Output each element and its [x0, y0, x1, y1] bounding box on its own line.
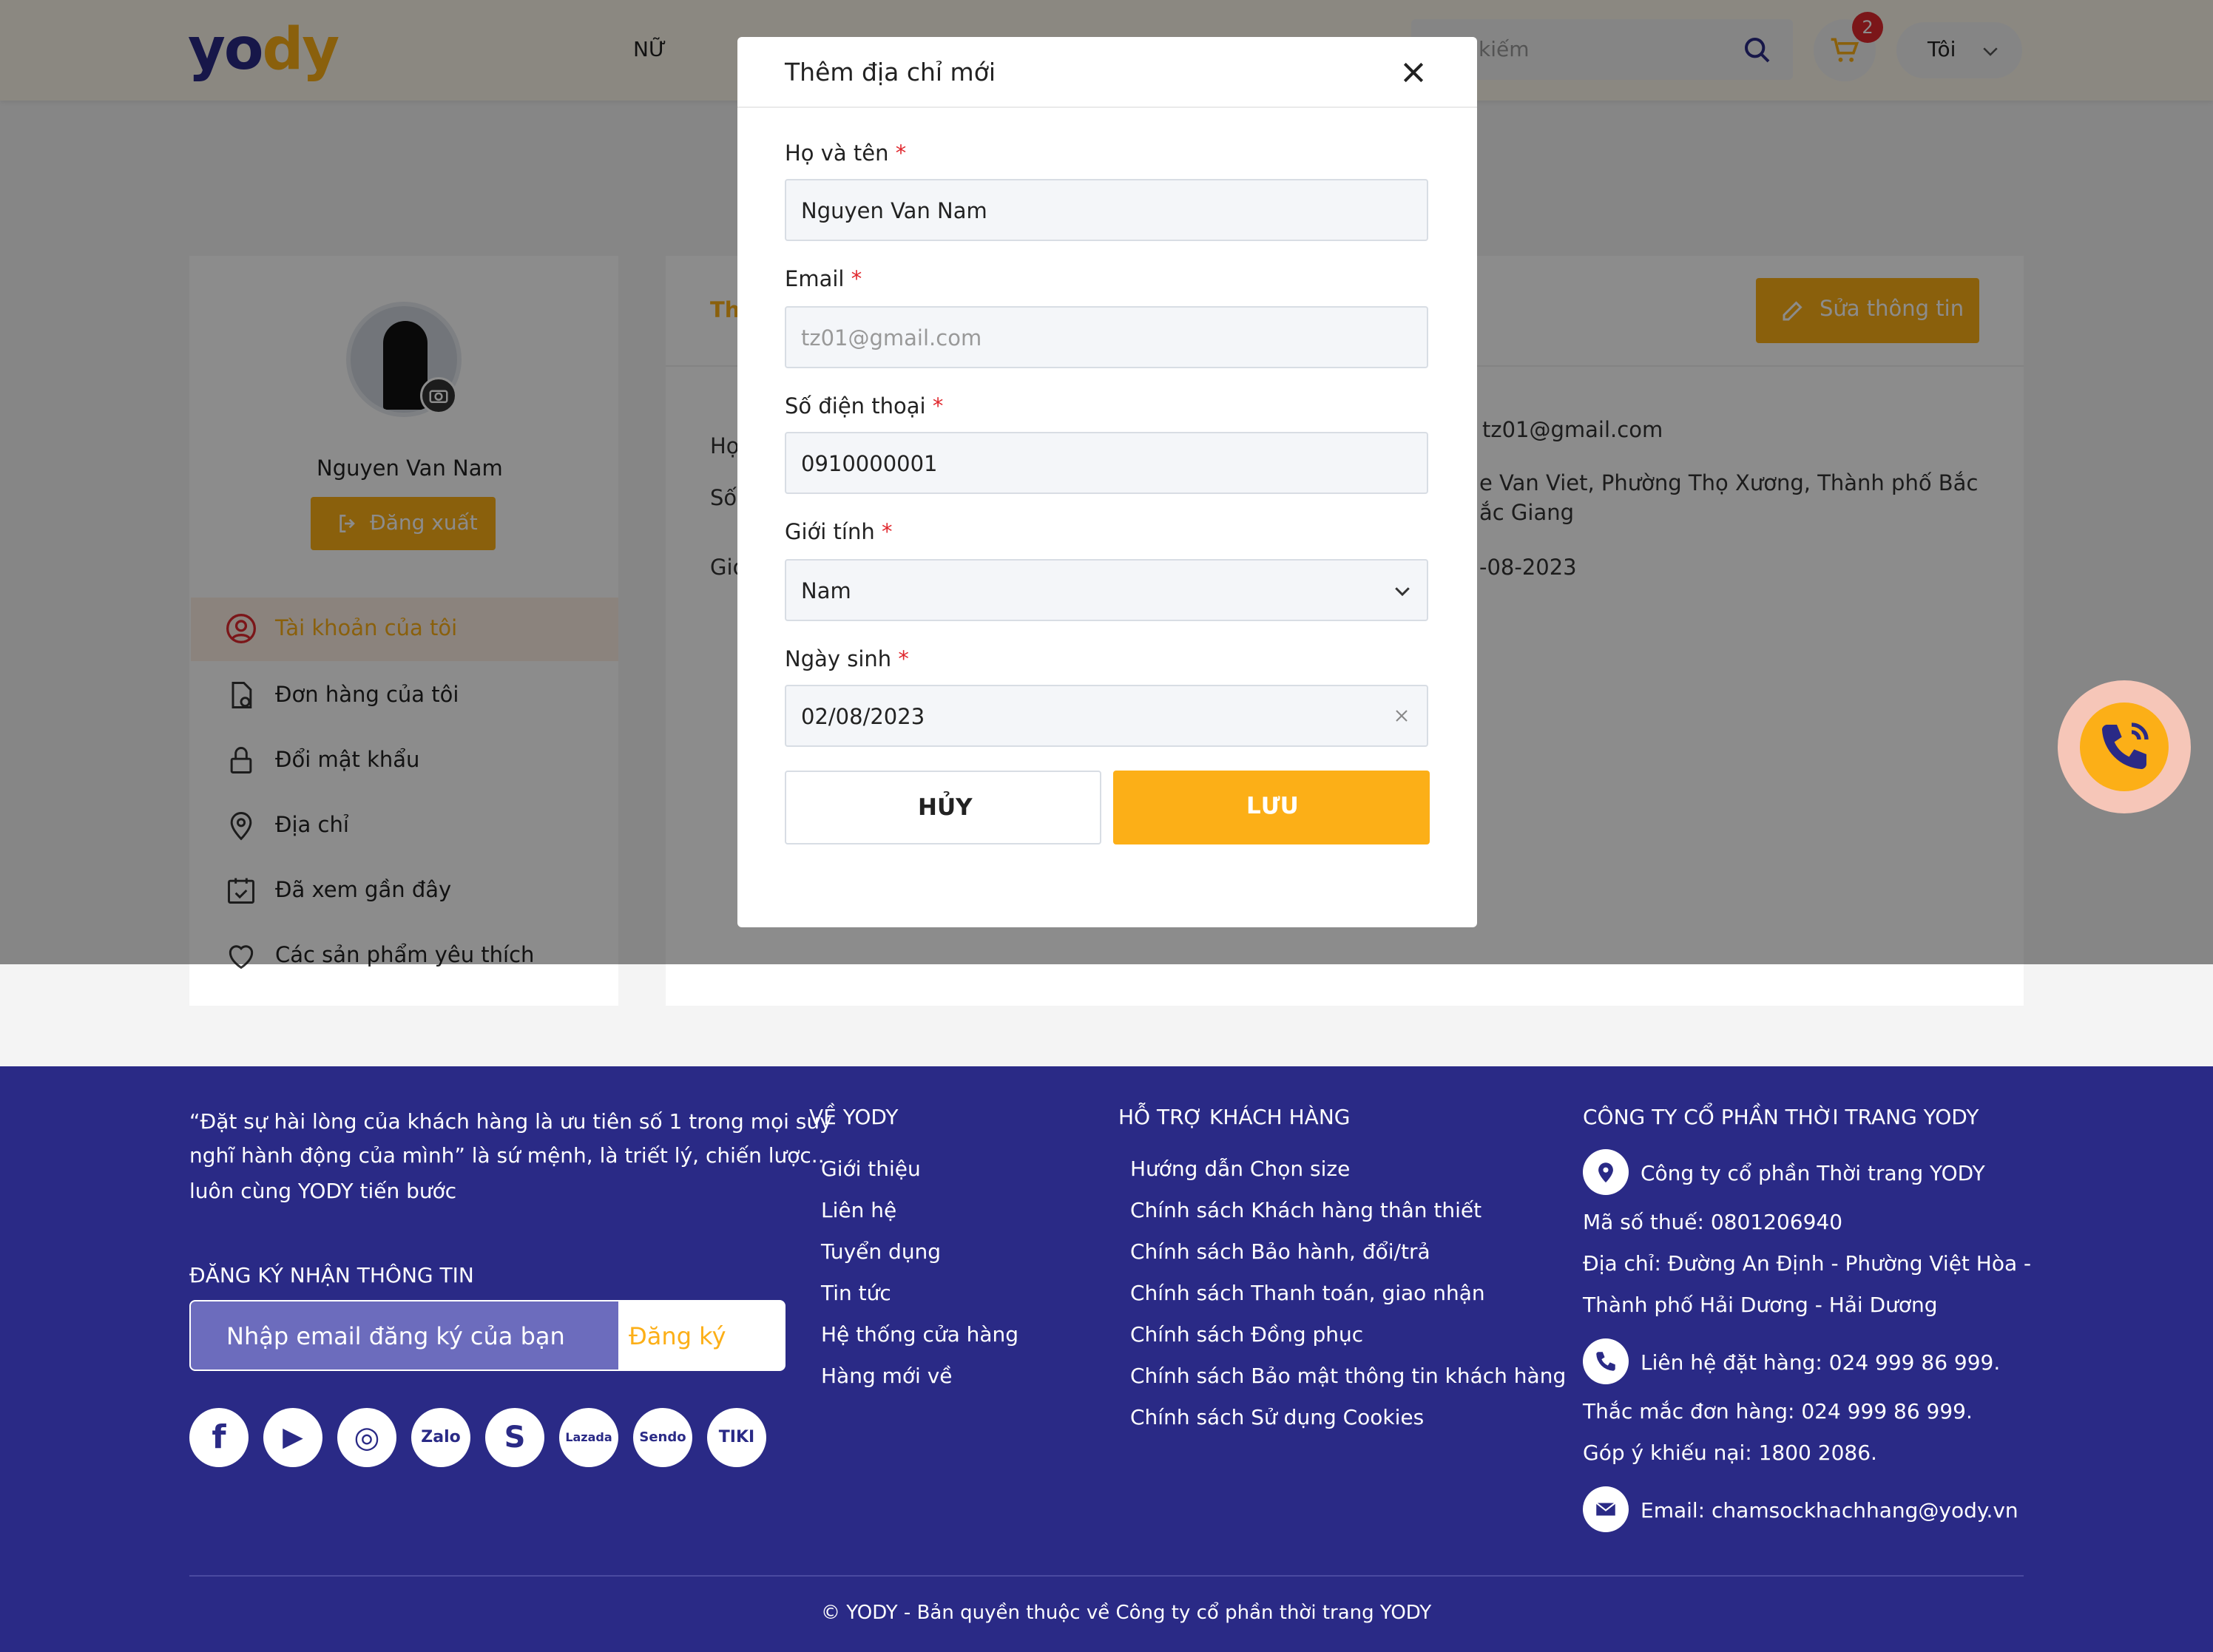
email-value: tz01@gmail.com [801, 325, 982, 351]
support-link[interactable]: Chính sách Bảo mật thông tin khách hàng [1130, 1364, 1566, 1388]
zalo-icon[interactable]: Zalo [411, 1408, 470, 1467]
about-link[interactable]: Liên hệ [821, 1198, 896, 1222]
cancel-label: HỦY [918, 794, 973, 821]
company-complaint: Góp ý khiếu nại: 1800 2086. [1583, 1441, 1877, 1465]
modal-title: Thêm địa chỉ mới [785, 58, 996, 87]
tiki-icon[interactable]: TIKI [707, 1408, 766, 1467]
company-heading: CÔNG TY CỔ PHẦN THỜI TRANG YODY [1583, 1105, 1979, 1129]
support-link[interactable]: Chính sách Thanh toán, giao nhận [1130, 1281, 1485, 1305]
youtube-icon[interactable]: ▶ [263, 1408, 322, 1467]
save-button[interactable]: LƯU [1113, 771, 1430, 844]
save-label: LƯU [1246, 793, 1299, 819]
company-address-line1: Địa chỉ: Đường An Định - Phường Việt Hòa… [1583, 1251, 2032, 1276]
phone-ringing-icon [2102, 722, 2149, 769]
support-link[interactable]: Chính sách Sử dụng Cookies [1130, 1405, 1424, 1429]
lazada-icon[interactable]: Lazada [559, 1408, 618, 1467]
chevron-down-icon [1395, 587, 1410, 597]
close-icon[interactable] [1399, 58, 1428, 87]
support-link[interactable]: Chính sách Bảo hành, đổi/trả [1130, 1239, 1430, 1264]
about-link[interactable]: Hệ thống cửa hàng [821, 1322, 1018, 1347]
call-fab[interactable] [2058, 680, 2191, 813]
fullname-label: Họ và tên * [785, 141, 907, 166]
dob-field[interactable]: 02/08/2023 [785, 685, 1428, 747]
newsletter-heading: ĐĂNG KÝ NHẬN THÔNG TIN [189, 1263, 474, 1287]
support-link[interactable]: Chính sách Đồng phục [1130, 1322, 1363, 1347]
support-link[interactable]: Chính sách Khách hàng thân thiết [1130, 1198, 1481, 1222]
about-link[interactable]: Hàng mới về [821, 1364, 953, 1388]
dob-value: 02/08/2023 [801, 704, 925, 729]
newsletter-email-input[interactable]: Nhập email đăng ký của bạn [191, 1301, 618, 1370]
newsletter-placeholder: Nhập email đăng ký của bạn [226, 1322, 565, 1350]
support-link[interactable]: Hướng dẫn Chọn size [1130, 1157, 1350, 1181]
footer-quote-line2: nghĩ hành động của mình” là sứ mệnh, là … [189, 1143, 825, 1168]
company-hotline[interactable]: Liên hệ đặt hàng: 024 999 86 999. [1641, 1350, 2000, 1375]
about-heading: VỀ YODY [809, 1105, 899, 1129]
sendo-icon[interactable]: Sendo [633, 1408, 692, 1467]
clear-icon[interactable] [1391, 705, 1412, 726]
company-name: Công ty cổ phần Thời trang YODY [1641, 1161, 1985, 1185]
company-address-line2: Thành phố Hải Dương - Hải Dương [1583, 1293, 1938, 1317]
company-order-question: Thắc mắc đơn hàng: 024 999 86 999. [1583, 1399, 1973, 1424]
footer-quote-line1: “Đặt sự hài lòng của khách hàng là ưu ti… [189, 1109, 832, 1134]
about-link[interactable]: Tuyển dụng [821, 1239, 941, 1264]
gender-label: Giới tính * [785, 519, 893, 544]
instagram-icon[interactable]: ◎ [337, 1408, 396, 1467]
company-email[interactable]: Email: chamsockhachhang@yody.vn [1641, 1498, 2018, 1523]
about-link[interactable]: Giới thiệu [821, 1157, 921, 1181]
copyright: © YODY - Bản quyền thuộc về Công ty cổ p… [821, 1602, 1432, 1624]
location-pin-icon [1583, 1149, 1629, 1195]
email-label: Email * [785, 266, 862, 291]
phone-icon [1583, 1338, 1629, 1384]
gender-select[interactable]: Nam [785, 559, 1428, 621]
shopee-icon[interactable]: S [485, 1408, 544, 1467]
cancel-button[interactable]: HỦY [785, 771, 1101, 844]
facebook-icon[interactable]: f [189, 1408, 249, 1467]
dob-label: Ngày sinh * [785, 646, 909, 671]
newsletter-submit-button[interactable]: Đăng ký [629, 1322, 726, 1350]
support-heading: HỖ TRỢ KHÁCH HÀNG [1118, 1105, 1351, 1129]
footer-divider [189, 1575, 2024, 1577]
email-field[interactable]: tz01@gmail.com [785, 306, 1428, 368]
mail-icon [1583, 1486, 1629, 1532]
phone-value: 0910000001 [801, 451, 938, 476]
phone-label: Số điện thoại * [785, 393, 944, 419]
gender-value: Nam [801, 578, 851, 603]
add-address-modal: Thêm địa chỉ mới Họ và tên * Nguyen Van … [737, 37, 1477, 927]
modal-header: Thêm địa chỉ mới [737, 37, 1477, 108]
newsletter-form: Nhập email đăng ký của bạn Đăng ký [189, 1300, 785, 1371]
footer-quote-line3: luôn cùng YODY tiến bước [189, 1179, 457, 1203]
fullname-value: Nguyen Van Nam [801, 198, 987, 223]
fullname-field[interactable]: Nguyen Van Nam [785, 179, 1428, 241]
company-tax: Mã số thuế: 0801206940 [1583, 1210, 1843, 1234]
about-link[interactable]: Tin tức [821, 1281, 891, 1305]
phone-field[interactable]: 0910000001 [785, 432, 1428, 494]
